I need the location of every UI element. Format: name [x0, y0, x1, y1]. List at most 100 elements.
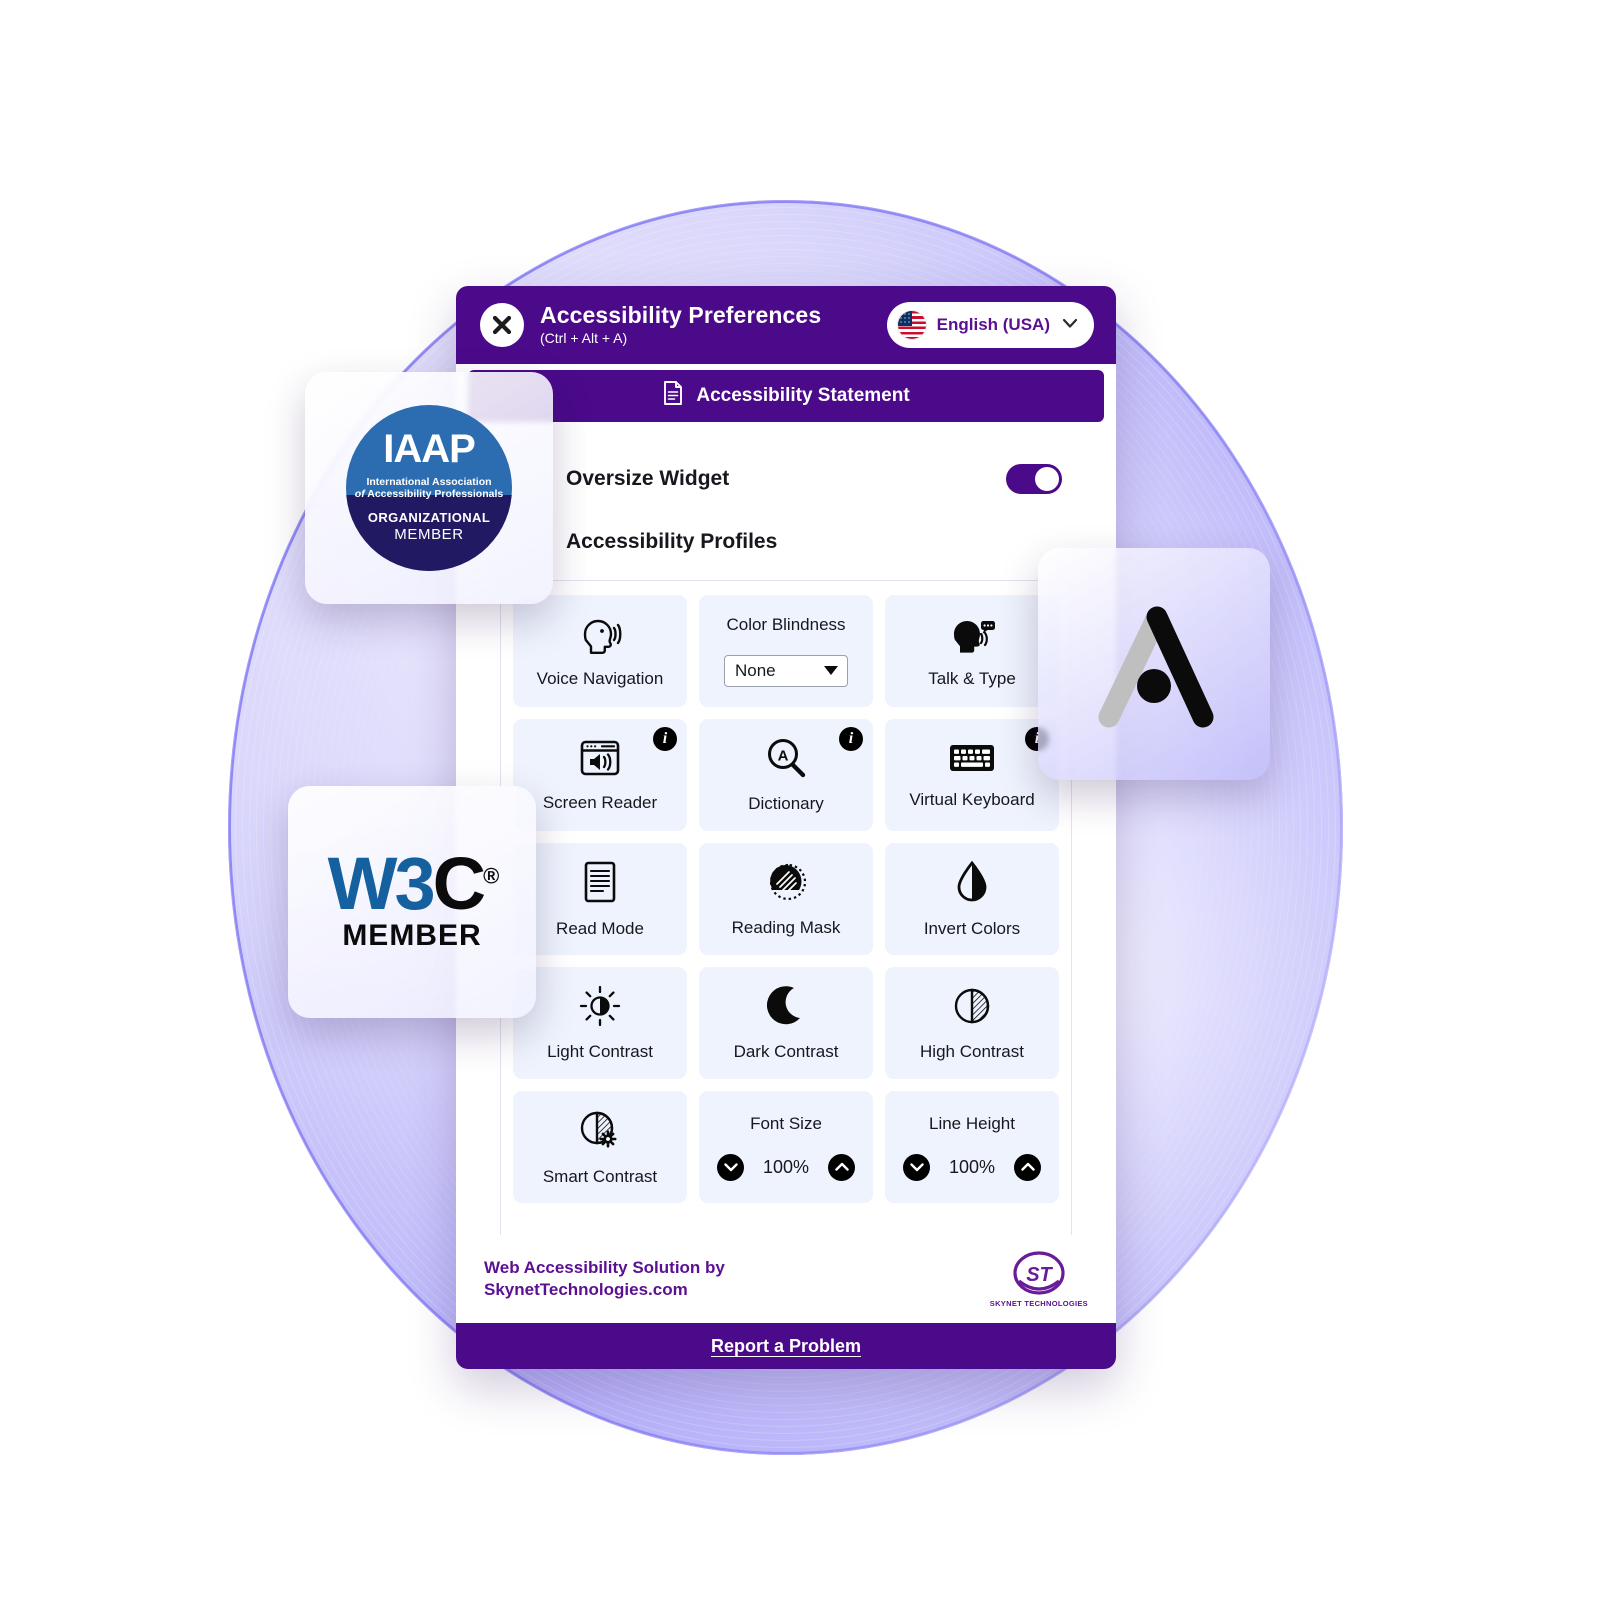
- language-selector[interactable]: English (USA): [886, 302, 1094, 348]
- head-speaking-icon: [577, 614, 623, 659]
- color-blindness-select[interactable]: None: [724, 655, 848, 687]
- stepper-control: 100%: [717, 1153, 855, 1181]
- feature-tile-font-size[interactable]: Font Size 100%: [699, 1091, 873, 1203]
- feature-tile-label: Screen Reader: [542, 792, 658, 812]
- widget-body: Oversize Widget Accessibility Profiles V…: [456, 422, 1116, 1369]
- feature-tile-virtual-keyboard[interactable]: i Virtual Keyboard: [885, 719, 1059, 831]
- keyboard-icon: [948, 741, 996, 780]
- feature-tile-label: Smart Contrast: [542, 1166, 658, 1186]
- skynet-technologies-logo: ST SKYNET TECHNOLOGIES: [989, 1250, 1088, 1308]
- feature-tile-color-blindness[interactable]: Color Blindness None: [699, 595, 873, 707]
- document-lines-icon: [582, 860, 618, 909]
- feature-tile-label: Light Contrast: [547, 1041, 653, 1061]
- feature-tile-dark-contrast[interactable]: Dark Contrast: [699, 967, 873, 1079]
- svg-text:ST: ST: [1026, 1264, 1053, 1286]
- header-title-group: Accessibility Preferences (Ctrl + Alt + …: [540, 303, 871, 346]
- iaap-acronym: IAAP: [383, 427, 476, 471]
- accessibility-widget-panel: Accessibility Preferences (Ctrl + Alt + …: [456, 286, 1116, 1369]
- w3c-member-badge: W3C® MEMBER: [288, 786, 536, 1018]
- iaap-member: MEMBER: [394, 526, 464, 543]
- iaap-line2: of Accessibility Professionals: [346, 488, 512, 500]
- accessibility-profiles-row: Accessibility Profiles: [456, 494, 1116, 554]
- w3c-mark-blue: W3: [327, 841, 436, 925]
- footer-credit-line2: SkynetTechnologies.com: [484, 1280, 688, 1299]
- accessibility-a-logo: [1098, 606, 1214, 728]
- feature-tile-label: Dictionary: [748, 793, 824, 813]
- feature-tile-label: Virtual Keyboard: [909, 789, 1035, 809]
- w3c-mark-black: C: [432, 841, 486, 925]
- w3c-member-label: MEMBER: [342, 919, 482, 953]
- features-grid: Voice Navigation Color Blindness None Talk …: [513, 595, 1059, 1203]
- dropdown-icon: [823, 661, 839, 681]
- w3c-logo: W3C®: [328, 846, 500, 920]
- feature-tile-light-contrast[interactable]: Light Contrast: [513, 967, 687, 1079]
- info-icon[interactable]: i: [653, 727, 677, 751]
- screenshot-root: Accessibility Preferences (Ctrl + Alt + …: [0, 0, 1603, 1619]
- w3c-registered-mark: ®: [483, 863, 499, 889]
- sun-half-icon: [579, 985, 621, 1032]
- feature-tile-label: Invert Colors: [923, 918, 1021, 938]
- feature-tile-invert-colors[interactable]: Invert Colors: [885, 843, 1059, 955]
- usa-flag-icon: [896, 310, 927, 340]
- stepper-value: 100%: [762, 1156, 810, 1177]
- widget-header: Accessibility Preferences (Ctrl + Alt + …: [456, 286, 1116, 364]
- info-icon[interactable]: i: [839, 727, 863, 751]
- feature-tile-label: Line Height: [928, 1113, 1015, 1133]
- svg-text:A: A: [778, 747, 789, 764]
- feature-tile-high-contrast[interactable]: High Contrast: [885, 967, 1059, 1079]
- accessibility-profiles-label: Accessibility Profiles: [566, 530, 778, 553]
- feature-tile-reading-mask[interactable]: Reading Mask: [699, 843, 873, 955]
- color-blindness-value: None: [735, 661, 776, 680]
- feature-tile-label: High Contrast: [920, 1041, 1024, 1061]
- magnifier-a-icon: A: [764, 737, 808, 784]
- accessibility-a-logo-card: [1038, 548, 1270, 780]
- feature-tile-screen-reader[interactable]: i Screen Reader: [513, 719, 687, 831]
- increase-button[interactable]: [1014, 1153, 1041, 1181]
- document-icon: [662, 380, 684, 412]
- page-title: Accessibility Preferences: [540, 302, 822, 329]
- circle-half-hatch-icon: [951, 985, 993, 1032]
- screen-reader-icon: [578, 738, 622, 783]
- iaap-line1: International Association: [366, 476, 492, 488]
- iaap-tier: ORGANIZATIONAL: [367, 510, 491, 525]
- report-a-problem-button[interactable]: Report a Problem: [456, 1323, 1116, 1369]
- feature-tile-label: Font Size: [750, 1113, 822, 1133]
- head-talk-bubble-icon: [948, 614, 996, 659]
- feature-tile-label: Talk & Type: [928, 668, 1016, 688]
- close-icon[interactable]: [480, 303, 524, 347]
- feature-tile-read-mode[interactable]: Read Mode: [513, 843, 687, 955]
- decrease-button[interactable]: [717, 1153, 744, 1181]
- feature-tile-label: Read Mode: [556, 918, 644, 938]
- chevron-down-icon: [1060, 313, 1080, 338]
- keyboard-shortcut-hint: (Ctrl + Alt + A): [540, 330, 628, 347]
- widget-footer: Web Accessibility Solution by SkynetTech…: [456, 1235, 1116, 1323]
- feature-tile-voice-navigation[interactable]: Voice Navigation: [513, 595, 687, 707]
- feature-tile-dictionary[interactable]: i A Dictionary: [699, 719, 873, 831]
- feature-tile-label: Voice Navigation: [536, 668, 664, 688]
- moon-icon: [766, 985, 806, 1032]
- footer-credit: Web Accessibility Solution by SkynetTech…: [484, 1257, 725, 1301]
- iaap-member-badge: IAAP International Association of Access…: [305, 372, 553, 604]
- accessibility-statement-label: Accessibility Statement: [696, 385, 910, 406]
- feature-tile-smart-contrast[interactable]: Smart Contrast: [513, 1091, 687, 1203]
- oversize-widget-toggle[interactable]: [1006, 464, 1062, 494]
- circle-hatch-gear-icon: [578, 1108, 622, 1157]
- report-a-problem-label: Report a Problem: [710, 1335, 862, 1356]
- feature-tile-label: Color Blindness: [726, 615, 846, 634]
- stepper-control: 100%: [903, 1153, 1041, 1181]
- oversize-widget-row: Oversize Widget: [456, 422, 1116, 494]
- increase-button[interactable]: [828, 1153, 855, 1181]
- reading-mask-icon: [764, 861, 808, 908]
- feature-tile-label: Dark Contrast: [733, 1041, 839, 1061]
- feature-tile-line-height[interactable]: Line Height 100%: [885, 1091, 1059, 1203]
- decrease-button[interactable]: [903, 1153, 930, 1181]
- language-label: English (USA): [936, 315, 1050, 334]
- accessibility-statement-button[interactable]: Accessibility Statement: [468, 370, 1104, 422]
- skynet-brand-name: SKYNET TECHNOLOGIES: [989, 1298, 1088, 1308]
- feature-tile-talk-type[interactable]: Talk & Type: [885, 595, 1059, 707]
- iaap-line2-rest: Accessibility Professionals: [367, 488, 504, 500]
- oversize-widget-label: Oversize Widget: [566, 467, 730, 490]
- footer-credit-line1: Web Accessibility Solution by: [484, 1257, 725, 1277]
- droplet-half-icon: [955, 860, 989, 909]
- feature-tile-label: Reading Mask: [731, 917, 841, 937]
